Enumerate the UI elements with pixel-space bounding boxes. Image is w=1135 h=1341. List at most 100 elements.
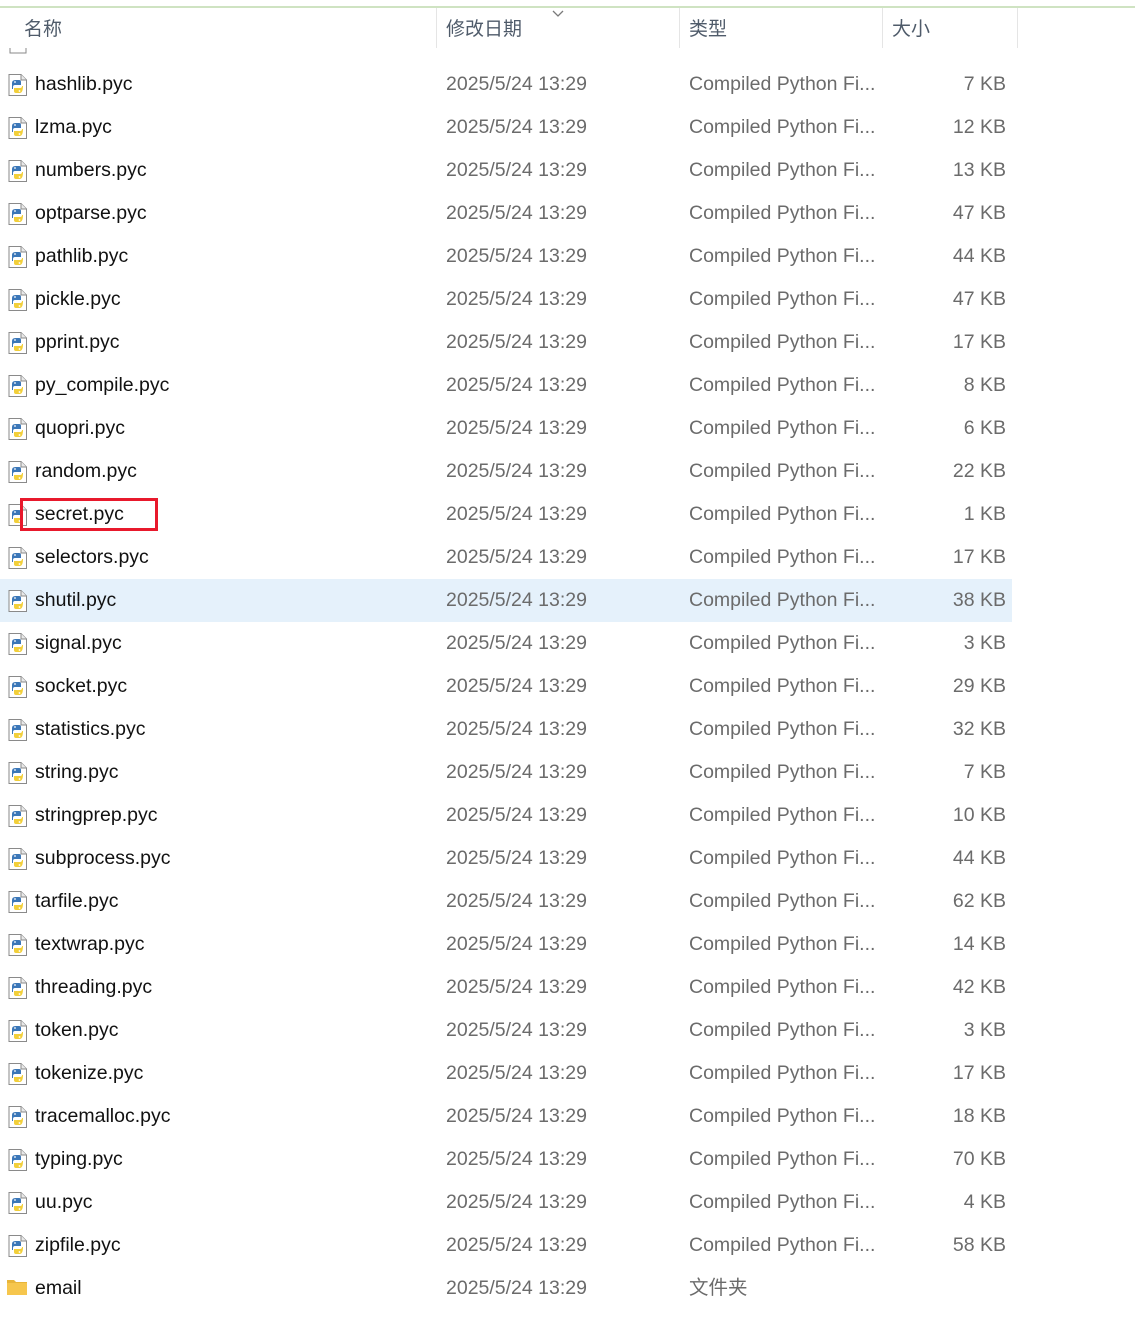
file-size: 70 KB (952, 1148, 1006, 1170)
file-row[interactable]: pprint.pyc 2025/5/24 13:29 Compiled Python… (0, 321, 1012, 364)
file-row[interactable]: socket.pyc 2025/5/24 13:29 Compiled Python… (0, 665, 1012, 708)
column-header-size-label: 大小 (892, 19, 931, 40)
file-modified-date: 2025/5/24 13:29 (446, 976, 587, 998)
file-size: 17 KB (952, 331, 1006, 353)
folder-row[interactable]: email 2025/5/24 13:29 文件夹 (0, 1267, 1012, 1310)
file-row[interactable]: string.pyc 2025/5/24 13:29 Compiled Python… (0, 751, 1012, 794)
file-size: 42 KB (952, 976, 1006, 998)
file-type: Compiled Python Fi... (689, 890, 876, 912)
file-modified-date: 2025/5/24 13:29 (446, 202, 587, 224)
file-row[interactable]: optparse.pyc 2025/5/24 13:29 Compiled Pyth… (0, 192, 1012, 235)
column-header-size[interactable]: 大小 (882, 8, 1017, 48)
file-name: pprint.pyc (35, 331, 120, 353)
file-name: numbers.pyc (35, 159, 147, 181)
file-name: statistics.pyc (35, 718, 146, 740)
file-row[interactable]: py_compile.pyc 2025/5/24 13:29 Compiled Py… (0, 364, 1012, 407)
file-row[interactable]: token.pyc 2025/5/24 13:29 Compiled Python … (0, 1009, 1012, 1052)
file-name: optparse.pyc (35, 202, 147, 224)
python-file-icon (8, 1063, 28, 1085)
python-file-icon (8, 418, 28, 440)
file-type: Compiled Python Fi... (689, 976, 876, 998)
python-file-icon (8, 719, 28, 741)
python-file-icon (8, 504, 28, 526)
column-header-type-label: 类型 (689, 19, 728, 40)
python-file-icon (8, 547, 28, 569)
file-modified-date: 2025/5/24 13:29 (446, 374, 587, 396)
file-name: tarfile.pyc (35, 890, 119, 912)
file-size: 12 KB (952, 116, 1006, 138)
file-row[interactable]: tarfile.pyc 2025/5/24 13:29 Compiled Pytho… (0, 880, 1012, 923)
file-name: socket.pyc (35, 675, 128, 697)
python-file-icon (8, 805, 28, 827)
python-file-icon (8, 246, 28, 268)
file-row[interactable]: shutil.pyc 2025/5/24 13:29 Compiled Python… (0, 579, 1012, 622)
file-row[interactable]: random.pyc 2025/5/24 13:29 Compiled Python… (0, 450, 1012, 493)
file-size: 7 KB (963, 73, 1006, 95)
file-row[interactable]: typing.pyc 2025/5/24 13:29 Compiled Python… (0, 1138, 1012, 1181)
file-row[interactable]: numbers.pyc 2025/5/24 13:29 Compiled Pytho… (0, 149, 1012, 192)
file-row[interactable]: selectors.pyc 2025/5/24 13:29 Compiled Pyt… (0, 536, 1012, 579)
file-type: Compiled Python Fi... (689, 1191, 876, 1213)
python-file-icon (8, 1020, 28, 1042)
file-row[interactable]: lzma.pyc 2025/5/24 13:29 Compiled Python F… (0, 106, 1012, 149)
file-row[interactable]: uu.pyc 2025/5/24 13:29 Compiled Python Fi.… (0, 1181, 1012, 1224)
file-size: 62 KB (952, 890, 1006, 912)
file-modified-date: 2025/5/24 13:29 (446, 589, 587, 611)
file-row[interactable]: subprocess.pyc 2025/5/24 13:29 Compiled Py… (0, 837, 1012, 880)
column-header-name[interactable]: 名称 (14, 8, 436, 48)
file-row[interactable]: hashlib.pyc 2025/5/24 13:29 Compiled Pytho… (0, 63, 1012, 106)
file-type: Compiled Python Fi... (689, 159, 876, 181)
file-row[interactable]: signal.pyc 2025/5/24 13:29 Compiled Python… (0, 622, 1012, 665)
file-type: Compiled Python Fi... (689, 288, 876, 310)
file-name: textwrap.pyc (35, 933, 145, 955)
file-type: Compiled Python Fi... (689, 1105, 876, 1127)
file-type: Compiled Python Fi... (689, 675, 876, 697)
file-name: random.pyc (35, 460, 137, 482)
file-size: 18 KB (952, 1105, 1006, 1127)
file-row[interactable]: textwrap.pyc 2025/5/24 13:29 Compiled Pyth… (0, 923, 1012, 966)
file-modified-date: 2025/5/24 13:29 (446, 1019, 587, 1041)
file-row[interactable]: tokenize.pyc 2025/5/24 13:29 Compiled Pyth… (0, 1052, 1012, 1095)
file-row[interactable]: threading.pyc 2025/5/24 13:29 Compiled Pyt… (0, 966, 1012, 1009)
python-file-icon (8, 203, 28, 225)
file-row[interactable]: stringprep.pyc 2025/5/24 13:29 Compiled Py… (0, 794, 1012, 837)
file-list: hashlib.pyc 2025/5/24 13:29 Compiled Pytho… (0, 63, 1012, 1310)
file-row[interactable]: quopri.pyc 2025/5/24 13:29 Compiled Python… (0, 407, 1012, 450)
column-divider[interactable] (1017, 8, 1018, 48)
file-modified-date: 2025/5/24 13:29 (446, 632, 587, 654)
file-row[interactable]: zipfile.pyc 2025/5/24 13:29 Compiled Pytho… (0, 1224, 1012, 1267)
file-size: 13 KB (952, 159, 1006, 181)
file-name: string.pyc (35, 761, 119, 783)
file-modified-date: 2025/5/24 13:29 (446, 761, 587, 783)
file-type: Compiled Python Fi... (689, 546, 876, 568)
file-modified-date: 2025/5/24 13:29 (446, 417, 587, 439)
python-file-icon (8, 590, 28, 612)
column-header-type[interactable]: 类型 (679, 8, 882, 48)
file-modified-date: 2025/5/24 13:29 (446, 933, 587, 955)
file-modified-date: 2025/5/24 13:29 (446, 331, 587, 353)
python-file-icon (8, 160, 28, 182)
file-row[interactable]: secret.pyc 2025/5/24 13:29 Compiled Python… (0, 493, 1012, 536)
file-type: Compiled Python Fi... (689, 1148, 876, 1170)
file-modified-date: 2025/5/24 13:29 (446, 847, 587, 869)
column-header-date-label: 修改日期 (446, 19, 523, 40)
file-size: 47 KB (952, 288, 1006, 310)
file-row[interactable]: statistics.pyc 2025/5/24 13:29 Compiled Py… (0, 708, 1012, 751)
file-row[interactable]: pathlib.pyc 2025/5/24 13:29 Compiled Pytho… (0, 235, 1012, 278)
file-name: py_compile.pyc (35, 374, 170, 396)
file-modified-date: 2025/5/24 13:29 (446, 159, 587, 181)
file-size: 3 KB (963, 1019, 1006, 1041)
python-file-icon (8, 1192, 28, 1214)
file-size: 29 KB (952, 675, 1006, 697)
folder-icon (6, 1277, 27, 1299)
python-file-icon (8, 74, 28, 96)
file-modified-date: 2025/5/24 13:29 (446, 460, 587, 482)
file-type: Compiled Python Fi... (689, 761, 876, 783)
file-modified-date: 2025/5/24 13:29 (446, 116, 587, 138)
file-row[interactable]: pickle.pyc 2025/5/24 13:29 Compiled Python… (0, 278, 1012, 321)
file-size: 6 KB (963, 417, 1006, 439)
file-row[interactable]: tracemalloc.pyc 2025/5/24 13:29 Compiled P… (0, 1095, 1012, 1138)
file-name: pathlib.pyc (35, 245, 129, 267)
python-file-icon (8, 332, 28, 354)
file-size: 38 KB (952, 589, 1006, 611)
